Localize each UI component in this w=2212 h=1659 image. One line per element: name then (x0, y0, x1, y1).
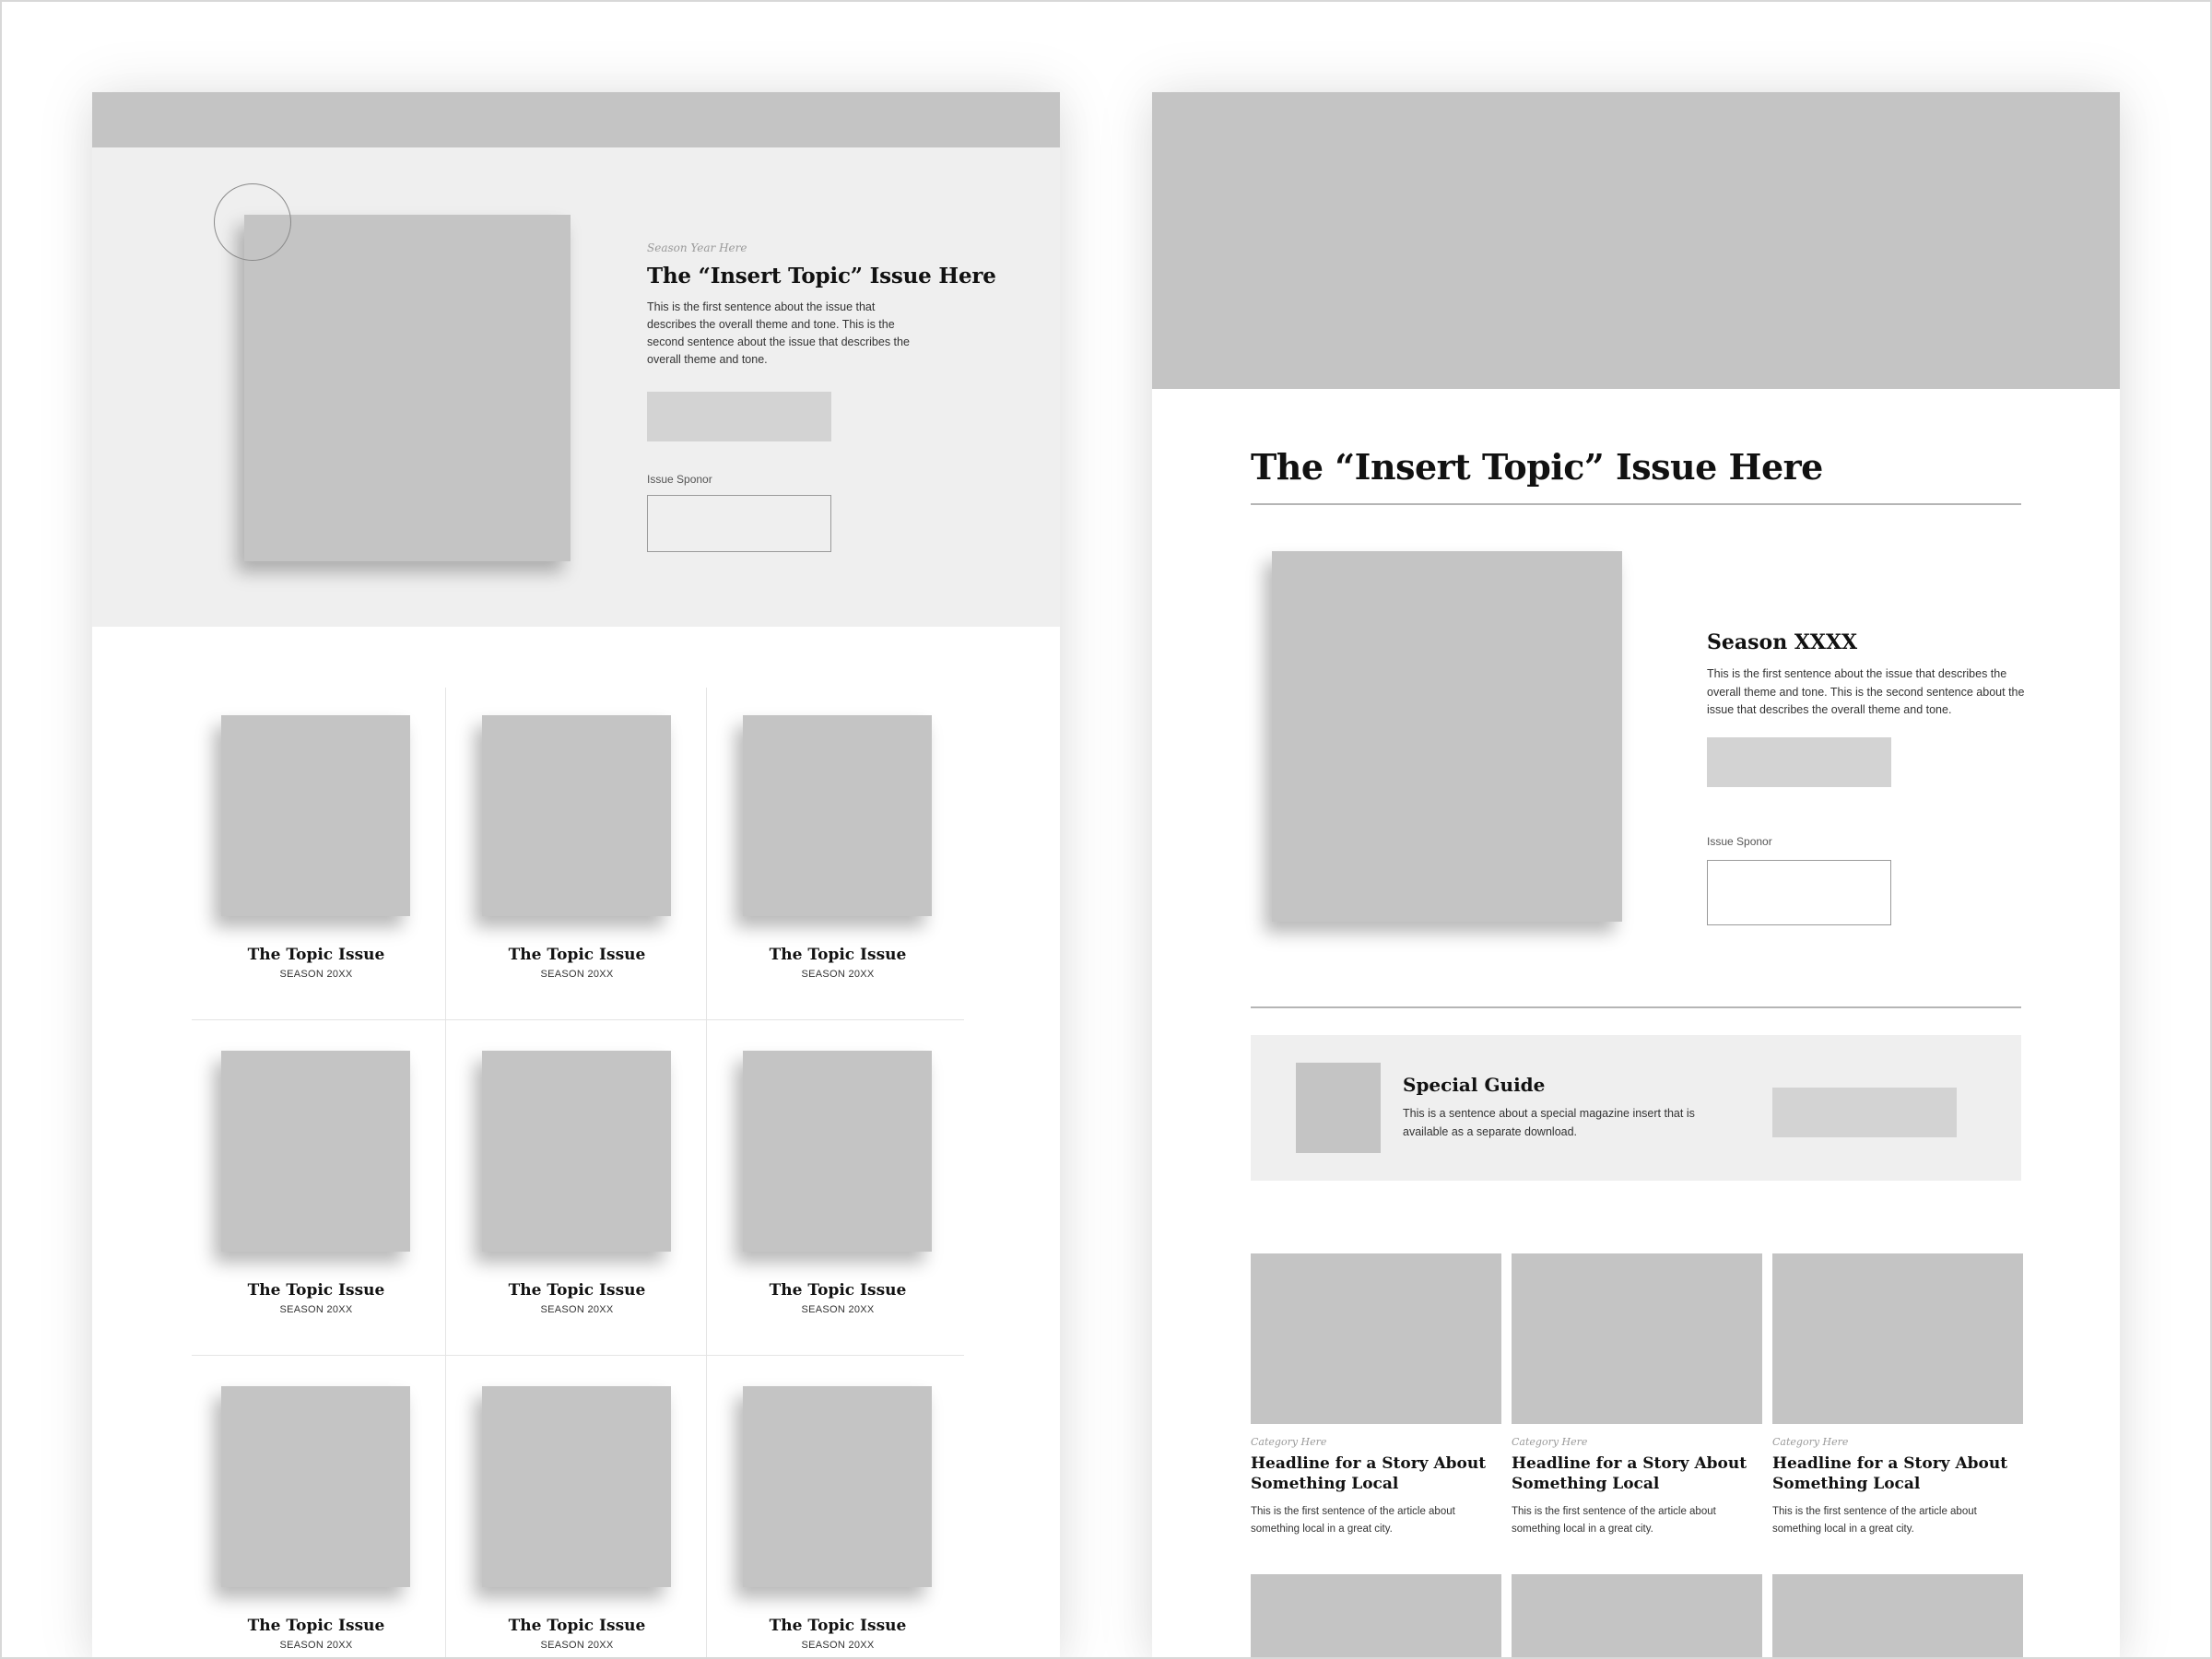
story-headline[interactable]: Headline for a Story About Something Loc… (1772, 1453, 2023, 1494)
issue-cover-image[interactable] (482, 1051, 671, 1252)
story-category[interactable]: Category Here (1251, 1436, 1326, 1448)
annotation-circle-icon (214, 183, 291, 261)
issue-sponsor-logo-box[interactable] (1707, 860, 1891, 925)
issue-card[interactable]: The Topic Issue SEASON 20XX (192, 689, 453, 1025)
issue-cover-image[interactable] (1272, 551, 1622, 922)
story-headline[interactable]: Headline for a Story About Something Loc… (1251, 1453, 1501, 1494)
divider (1251, 503, 2021, 505)
featured-issue-cover-image[interactable] (244, 215, 571, 561)
issue-sponsor-label: Issue Sponor (647, 473, 712, 486)
issue-card[interactable]: The Topic Issue SEASON 20XX (453, 1360, 713, 1659)
issue-title[interactable]: The Topic Issue (713, 1281, 962, 1300)
issue-season-heading: Season XXXX (1707, 630, 1858, 654)
issue-sponsor-logo-box[interactable] (647, 495, 831, 552)
issue-season: SEASON 20XX (540, 1640, 614, 1651)
story-description: This is the first sentence of the articl… (1251, 1506, 1455, 1535)
issue-title[interactable]: The Topic Issue (713, 946, 962, 964)
issue-season: SEASON 20XX (279, 969, 353, 980)
issue-cta-button[interactable] (1707, 737, 1891, 787)
issue-season: SEASON 20XX (801, 1304, 875, 1315)
special-guide-download-button[interactable] (1772, 1088, 1957, 1137)
story-image[interactable] (1772, 1574, 2023, 1659)
issue-title[interactable]: The Topic Issue (453, 1281, 701, 1300)
issue-season: SEASON 20XX (801, 969, 875, 980)
issue-description: This is the first sentence about the iss… (1707, 667, 2025, 716)
issue-title[interactable]: The Topic Issue (453, 946, 701, 964)
issue-title[interactable]: The Topic Issue (192, 1281, 441, 1300)
story-image[interactable] (1512, 1574, 1762, 1659)
issue-season: SEASON 20XX (801, 1640, 875, 1651)
issue-card[interactable]: The Topic Issue SEASON 20XX (192, 1360, 453, 1659)
issue-cover-image[interactable] (221, 1386, 410, 1587)
issue-title[interactable]: The Topic Issue (713, 1617, 962, 1635)
issue-cover-image[interactable] (221, 715, 410, 916)
issue-cover-image[interactable] (482, 715, 671, 916)
issue-detail-page: The “Insert Topic” Issue Here Season XXX… (1152, 92, 2120, 1659)
featured-issue-description: This is the first sentence about the iss… (647, 300, 910, 366)
story-description: This is the first sentence of the articl… (1512, 1506, 1716, 1535)
special-guide-description: This is a sentence about a special magaz… (1403, 1107, 1695, 1138)
issue-season: SEASON 20XX (540, 969, 614, 980)
issue-title[interactable]: The Topic Issue (453, 1617, 701, 1635)
issue-season: SEASON 20XX (279, 1304, 353, 1315)
story-category[interactable]: Category Here (1772, 1436, 1848, 1448)
story-headline[interactable]: Headline for a Story About Something Loc… (1512, 1453, 1762, 1494)
issue-archive-page: Season Year Here The “Insert Topic” Issu… (92, 92, 1060, 1659)
issue-card[interactable]: The Topic Issue SEASON 20XX (192, 1025, 453, 1360)
issue-cover-image[interactable] (743, 1386, 932, 1587)
story-image[interactable] (1512, 1253, 1762, 1424)
special-guide-title: Special Guide (1403, 1074, 1546, 1096)
header-banner-image-placeholder (1152, 92, 2120, 389)
issue-title[interactable]: The Topic Issue (192, 1617, 441, 1635)
story-image[interactable] (1251, 1253, 1501, 1424)
story-category[interactable]: Category Here (1512, 1436, 1587, 1448)
story-description: This is the first sentence of the articl… (1772, 1506, 1977, 1535)
featured-issue-season-label: Season Year Here (647, 241, 747, 254)
issue-title[interactable]: The Topic Issue (192, 946, 441, 964)
featured-issue-cta-button[interactable] (647, 392, 831, 441)
special-guide-thumbnail[interactable] (1296, 1063, 1381, 1153)
issue-cover-image[interactable] (221, 1051, 410, 1252)
story-image[interactable] (1772, 1253, 2023, 1424)
story-image[interactable] (1251, 1574, 1501, 1659)
issue-season: SEASON 20XX (279, 1640, 353, 1651)
issue-sponsor-label: Issue Sponor (1707, 835, 1772, 848)
issue-cover-image[interactable] (743, 1051, 932, 1252)
issue-season: SEASON 20XX (540, 1304, 614, 1315)
issue-card[interactable]: The Topic Issue SEASON 20XX (453, 1025, 713, 1360)
top-navigation-bar-placeholder (92, 92, 1060, 147)
issue-cover-image[interactable] (743, 715, 932, 916)
featured-issue-hero: Season Year Here The “Insert Topic” Issu… (92, 147, 1060, 627)
issue-card[interactable]: The Topic Issue SEASON 20XX (453, 689, 713, 1025)
divider (1251, 1006, 2021, 1008)
featured-issue-title[interactable]: The “Insert Topic” Issue Here (647, 264, 1034, 288)
issue-card[interactable]: The Topic Issue SEASON 20XX (713, 1025, 974, 1360)
special-guide-banner: Special Guide This is a sentence about a… (1251, 1035, 2021, 1181)
issue-card[interactable]: The Topic Issue SEASON 20XX (713, 1360, 974, 1659)
issue-cover-image[interactable] (482, 1386, 671, 1587)
page-title: The “Insert Topic” Issue Here (1251, 446, 1823, 488)
issue-card[interactable]: The Topic Issue SEASON 20XX (713, 689, 974, 1025)
